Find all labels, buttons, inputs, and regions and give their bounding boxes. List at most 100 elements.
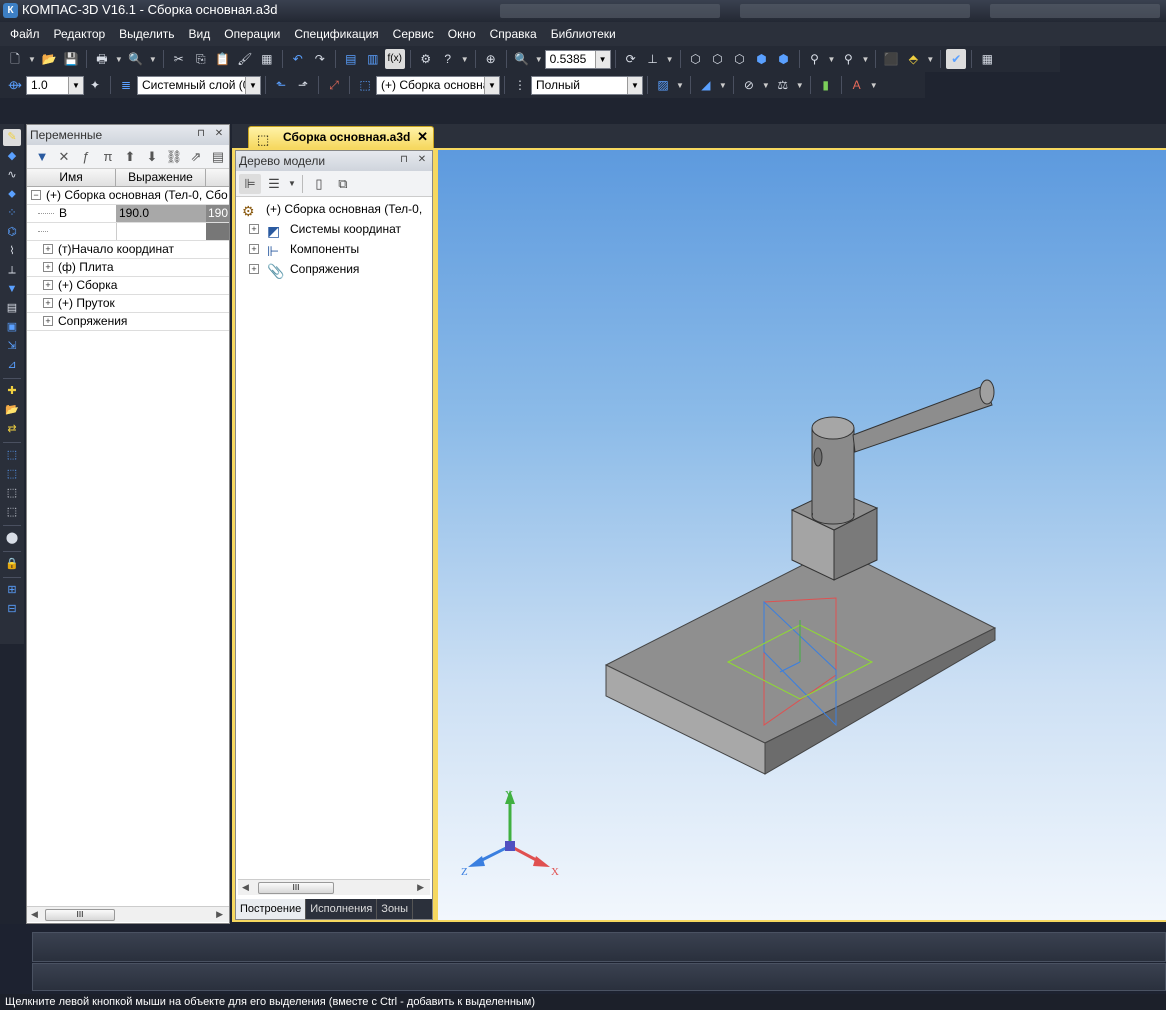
- selection-icon[interactable]: ⇲: [3, 338, 21, 355]
- menu-help[interactable]: Справка: [490, 27, 537, 41]
- menu-service[interactable]: Сервис: [393, 27, 434, 41]
- add-from-file-icon[interactable]: 📂: [3, 402, 21, 419]
- hidden-lines-icon[interactable]: ⬡: [708, 49, 728, 69]
- shaded-icon[interactable]: ⬢: [752, 49, 772, 69]
- variables-root-row[interactable]: − (+) Сборка основная (Тел-0, Сбо: [27, 187, 229, 205]
- edit-assembly-icon[interactable]: ✎: [3, 129, 21, 146]
- variables-item-row[interactable]: + (т)Начало координат: [27, 241, 229, 259]
- scroll-thumb[interactable]: III: [45, 909, 115, 921]
- menu-libraries[interactable]: Библиотеки: [551, 27, 616, 41]
- column-name-header[interactable]: Имя: [27, 169, 116, 186]
- tree-horizontal-scrollbar[interactable]: ◀ III ▶: [238, 879, 430, 895]
- expand-icon[interactable]: +: [43, 298, 53, 308]
- 3d-viewport[interactable]: Y X Z: [438, 150, 1166, 920]
- copy-icon[interactable]: ⎘: [191, 49, 211, 69]
- relations-window-icon[interactable]: ⧉: [332, 174, 354, 194]
- context-combo[interactable]: (+) Сборка основна ▼: [376, 75, 500, 95]
- library-manager-icon[interactable]: ⚙: [416, 49, 436, 69]
- chevron-down-icon[interactable]: ▼: [461, 55, 469, 64]
- detail-level-icon[interactable]: ⋮: [510, 75, 530, 95]
- fix-component-icon[interactable]: ⊞: [3, 582, 21, 599]
- simulation-icon[interactable]: ⊟: [3, 601, 21, 618]
- expand-icon[interactable]: +: [249, 224, 259, 234]
- close-icon[interactable]: ✕: [212, 127, 226, 141]
- specification-icon[interactable]: ▤: [3, 300, 21, 317]
- menu-editor[interactable]: Редактор: [54, 27, 106, 41]
- orientation-icon[interactable]: ⊥: [643, 49, 663, 69]
- rotate-icon[interactable]: ⟳: [621, 49, 641, 69]
- move-up-icon[interactable]: ⬆: [120, 147, 140, 167]
- show-relations-icon[interactable]: ▯: [308, 174, 330, 194]
- link-icon[interactable]: ⛓: [164, 147, 184, 167]
- layers-icon[interactable]: ≣: [116, 75, 136, 95]
- external-link-icon[interactable]: ⇗: [186, 147, 206, 167]
- report-icon[interactable]: ▦: [977, 49, 997, 69]
- variables-horizontal-scrollbar[interactable]: ◀ III ▶: [27, 906, 229, 922]
- wireframe-icon[interactable]: ⬡: [686, 49, 706, 69]
- chevron-down-icon[interactable]: ▼: [484, 76, 499, 94]
- check-interference-icon[interactable]: ⬤: [3, 530, 21, 547]
- tab-zones[interactable]: Зоны: [377, 899, 414, 919]
- mates-icon[interactable]: ⌬: [3, 224, 21, 241]
- cylinder-top[interactable]: [811, 416, 855, 440]
- expand-icon[interactable]: +: [43, 262, 53, 272]
- zoom-value-combo[interactable]: 0.5385 ▼: [544, 49, 611, 69]
- chevron-down-icon[interactable]: ▼: [861, 55, 869, 64]
- close-icon[interactable]: ✕: [417, 127, 428, 147]
- insert-component-icon[interactable]: ⬘: [903, 49, 923, 69]
- tab-construction[interactable]: Построение: [236, 899, 307, 919]
- manager-icon[interactable]: ▤: [341, 49, 361, 69]
- expand-icon[interactable]: +: [43, 280, 53, 290]
- chevron-down-icon[interactable]: ▼: [627, 76, 642, 94]
- text-style-icon[interactable]: A: [847, 75, 867, 95]
- scroll-right-icon[interactable]: ▶: [216, 909, 223, 920]
- lock-icon[interactable]: 🔒: [3, 556, 21, 573]
- zoom-window-icon[interactable]: ⊕: [481, 49, 501, 69]
- menu-file[interactable]: Файл: [10, 27, 40, 41]
- variables-icon[interactable]: ▥: [363, 49, 383, 69]
- chevron-down-icon[interactable]: ▼: [926, 55, 934, 64]
- mcs-icon[interactable]: ▮: [816, 75, 836, 95]
- save-icon[interactable]: 💾: [61, 49, 81, 69]
- column-expression-header[interactable]: Выражение: [116, 169, 206, 186]
- properties-icon[interactable]: ▦: [257, 49, 277, 69]
- step-cursor-icon[interactable]: ⟴: [5, 75, 25, 95]
- new-document-icon[interactable]: 🗋: [5, 49, 25, 69]
- scroll-left-icon[interactable]: ◀: [31, 909, 38, 920]
- parts-icon[interactable]: ◆: [3, 148, 21, 165]
- menu-operations[interactable]: Операции: [224, 27, 280, 41]
- replace-component-icon[interactable]: ⇄: [3, 421, 21, 438]
- auxiliary-geometry-icon[interactable]: ⬥: [3, 186, 21, 203]
- layer-combo[interactable]: Системный слой (0) ▼: [137, 75, 261, 95]
- thin-hidden-lines-icon[interactable]: ⬡: [730, 49, 750, 69]
- line-width-combo[interactable]: 1.0 ▼: [26, 75, 84, 95]
- function-icon[interactable]: ƒ: [76, 147, 96, 167]
- menu-select[interactable]: Выделить: [119, 27, 174, 41]
- pin-icon[interactable]: ⊓: [397, 153, 411, 167]
- detail-combo[interactable]: Полный ▼: [531, 75, 643, 95]
- expand-icon[interactable]: +: [249, 264, 259, 274]
- select-filter-icon[interactable]: ⚲: [838, 49, 858, 69]
- chevron-down-icon[interactable]: ▼: [796, 81, 804, 90]
- chevron-down-icon[interactable]: ▼: [666, 55, 674, 64]
- document-tab[interactable]: ⬚ Сборка основная.a3d ✕: [248, 126, 434, 148]
- chevron-down-icon[interactable]: ▼: [762, 81, 770, 90]
- close-icon[interactable]: ✕: [415, 153, 429, 167]
- edit-in-window-icon[interactable]: ⬏: [293, 75, 313, 95]
- chevron-down-icon[interactable]: ▼: [68, 76, 83, 94]
- model-tree-item[interactable]: + ⊩ Компоненты: [236, 239, 432, 259]
- measure-icon[interactable]: ⊘: [739, 75, 759, 95]
- variable-row[interactable]: B 190.0 190: [27, 205, 229, 223]
- chevron-down-icon[interactable]: ▼: [676, 81, 684, 90]
- help-pointer-icon[interactable]: ?: [438, 49, 458, 69]
- curves-icon[interactable]: ∿: [3, 167, 21, 184]
- array-icon[interactable]: ⁘: [3, 205, 21, 222]
- print-preview-icon[interactable]: 🔍: [126, 49, 146, 69]
- variable-expression[interactable]: 190.0: [116, 205, 206, 222]
- measure-tool-icon[interactable]: ⊿: [3, 357, 21, 374]
- symbols-icon[interactable]: ▼: [3, 281, 21, 298]
- explode-icon[interactable]: ⬚: [3, 504, 21, 521]
- zoom-icon[interactable]: 🔍: [512, 49, 532, 69]
- dimensions-icon[interactable]: ⟂: [3, 262, 21, 279]
- expand-icon[interactable]: +: [43, 244, 53, 254]
